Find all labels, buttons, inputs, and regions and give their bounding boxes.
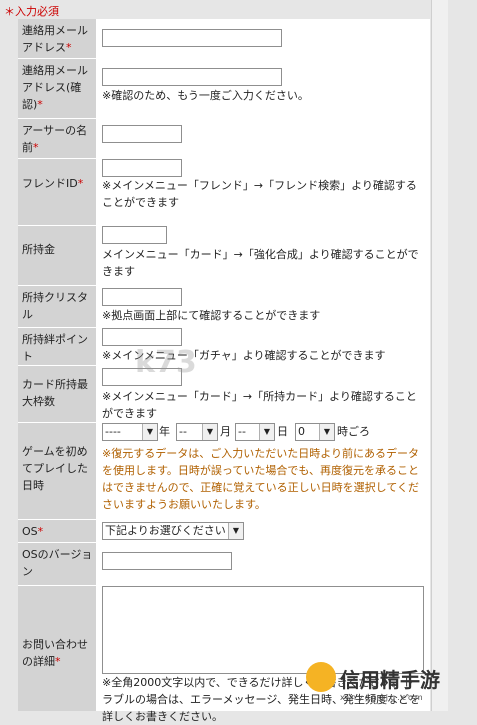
brand-name: 信用精手游	[340, 668, 440, 692]
chevron-down-icon: ▼	[228, 523, 243, 539]
friend-id-note: ※メインメニュー「フレンド」→「フレンド検索」より確認することができます	[102, 179, 417, 209]
brand-logo-icon	[306, 662, 336, 692]
label-inquiry: お問い合わせの詳細*	[18, 586, 96, 711]
row-card-limit: カード所持最大枠数 ※メインメニュー「カード」→「所持カード」より確認することが…	[18, 366, 430, 422]
chevron-down-icon: ▼	[202, 424, 217, 440]
inquiry-form: 連絡用メールアドレス* 連絡用メールアドレス(確認)* ※確認のため、もう一度ご…	[18, 19, 430, 723]
label-master-name: アーサーの名前*	[18, 119, 96, 158]
row-bond-points: 所持絆ポイント ※メインメニュー「ガチャ」より確認することができます	[18, 328, 430, 365]
year-select[interactable]: ---- ▼	[102, 423, 158, 441]
crystal-note: ※拠点画面上部にて確認することができます	[102, 309, 321, 322]
month-select[interactable]: -- ▼	[176, 423, 218, 441]
label-gold: 所持金	[18, 226, 96, 285]
email-input[interactable]	[102, 29, 282, 47]
label-crystal: 所持クリスタル	[18, 286, 96, 327]
email-confirm-input[interactable]	[102, 68, 282, 86]
label-email-confirm: 連絡用メールアドレス(確認)*	[18, 59, 96, 118]
chevron-down-icon: ▼	[319, 424, 334, 440]
gold-input[interactable]	[102, 226, 167, 244]
gold-note: メインメニュー「カード」→「強化合成」より確認することができます	[102, 248, 419, 278]
label-os: OS*	[18, 520, 96, 542]
label-os-version: OSのバージョン	[18, 543, 96, 585]
brand-watermark: 信用精手游 xinyongju.com	[300, 660, 475, 710]
crystal-input[interactable]	[102, 288, 182, 306]
card-limit-note: ※メインメニュー「カード」→「所持カード」より確認することができます	[102, 390, 417, 420]
required-note: ＊入力必須	[4, 5, 59, 18]
os-version-input[interactable]	[102, 552, 232, 570]
brand-url: xinyongju.com	[340, 693, 425, 702]
chevron-down-icon: ▼	[142, 424, 157, 440]
row-os: OS* 下記よりお選びください ▼	[18, 520, 430, 542]
chevron-down-icon: ▼	[259, 424, 274, 440]
label-friend-id: フレンドID*	[18, 159, 96, 225]
row-friend-id: フレンドID* ※メインメニュー「フレンド」→「フレンド検索」より確認することが…	[18, 159, 430, 225]
email-confirm-note: ※確認のため、もう一度ご入力ください。	[102, 89, 309, 102]
row-email: 連絡用メールアドレス*	[18, 19, 430, 58]
master-name-input[interactable]	[102, 125, 182, 143]
k73-watermark: k73	[135, 345, 197, 380]
hour-unit: 時ごろ	[337, 425, 370, 438]
page-scrollbar[interactable]	[431, 0, 448, 711]
friend-id-input[interactable]	[102, 159, 182, 177]
hour-select[interactable]: 0 ▼	[295, 423, 335, 441]
row-master-name: アーサーの名前*	[18, 119, 430, 158]
day-unit: 日	[277, 425, 288, 438]
row-crystal: 所持クリスタル ※拠点画面上部にて確認することができます	[18, 286, 430, 327]
year-unit: 年	[159, 425, 170, 438]
label-bond-points: 所持絆ポイント	[18, 328, 96, 365]
day-select[interactable]: -- ▼	[235, 423, 275, 441]
os-select[interactable]: 下記よりお選びください ▼	[102, 522, 244, 540]
row-os-version: OSのバージョン	[18, 543, 430, 585]
row-first-play: ゲームを初めてプレイした日時 ---- ▼ 年 -- ▼ 月 -- ▼ 日 0 ▼ 時ご…	[18, 423, 430, 519]
label-card-limit: カード所持最大枠数	[18, 366, 96, 422]
bond-points-input[interactable]	[102, 328, 182, 346]
label-first-play: ゲームを初めてプレイした日時	[18, 423, 96, 519]
row-email-confirm: 連絡用メールアドレス(確認)* ※確認のため、もう一度ご入力ください。	[18, 59, 430, 118]
row-gold: 所持金 メインメニュー「カード」→「強化合成」より確認することができます	[18, 226, 430, 285]
month-unit: 月	[220, 425, 231, 438]
label-email: 連絡用メールアドレス*	[18, 19, 96, 58]
first-play-note: ※復元するデータは、ご入力いただいた日時より前にあるデータを使用します。日時が誤…	[102, 447, 420, 511]
